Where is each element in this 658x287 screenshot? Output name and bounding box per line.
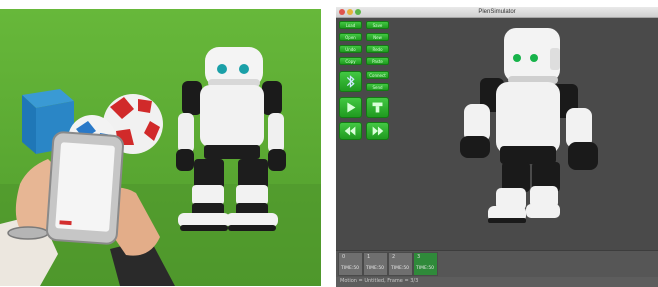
frame-timeline: 0 TIME:50 1 TIME:50 2 TIME:50 3 TIME:50 [336,250,658,277]
robot-photo [0,9,321,286]
new-button[interactable]: New [366,33,389,41]
frame-3[interactable]: 3 TIME:50 [413,252,438,276]
frame-number: 3 [417,254,421,260]
status-bar: Motion = Untitled, Frame = 3/3 [340,278,419,284]
frame-number: 0 [342,254,346,260]
redo-button[interactable]: Redo [366,45,389,53]
undo-button[interactable]: Undo [339,45,362,53]
robot-photo-illustration [0,47,321,286]
frame-time: TIME:50 [341,266,360,271]
next-frame-button[interactable] [366,122,389,140]
connect-button[interactable]: Connect [366,71,389,79]
frame-time: TIME:50 [366,266,385,271]
frame-time: TIME:50 [391,266,410,271]
frame-1[interactable]: 1 TIME:50 [363,252,388,276]
window-title: PlenSimulator [478,9,516,15]
save-button[interactable]: Save [366,21,389,29]
window-titlebar: PlenSimulator [336,7,658,18]
paste-button[interactable]: Paste [366,57,389,65]
load-button[interactable]: Load [339,21,362,29]
play-button[interactable] [339,97,362,118]
open-button[interactable]: Open [339,33,362,41]
copy-button[interactable]: Copy [339,57,362,65]
plen-simulator-window: PlenSimulator Load Save Open New Undo Re… [336,7,658,287]
next-frame-icon [372,126,384,136]
stop-button[interactable] [366,97,389,118]
frame-2[interactable]: 2 TIME:50 [388,252,413,276]
frame-number: 1 [367,254,371,260]
prev-frame-icon [344,126,356,136]
send-button[interactable]: Send [366,83,389,91]
bluetooth-button[interactable] [339,71,362,92]
prev-frame-button[interactable] [339,122,362,140]
frame-time: TIME:50 [416,266,435,271]
frame-0[interactable]: 0 TIME:50 [338,252,363,276]
play-icon [347,102,356,113]
frame-number: 2 [392,254,396,260]
stop-icon [372,102,383,113]
bluetooth-icon [346,75,355,88]
